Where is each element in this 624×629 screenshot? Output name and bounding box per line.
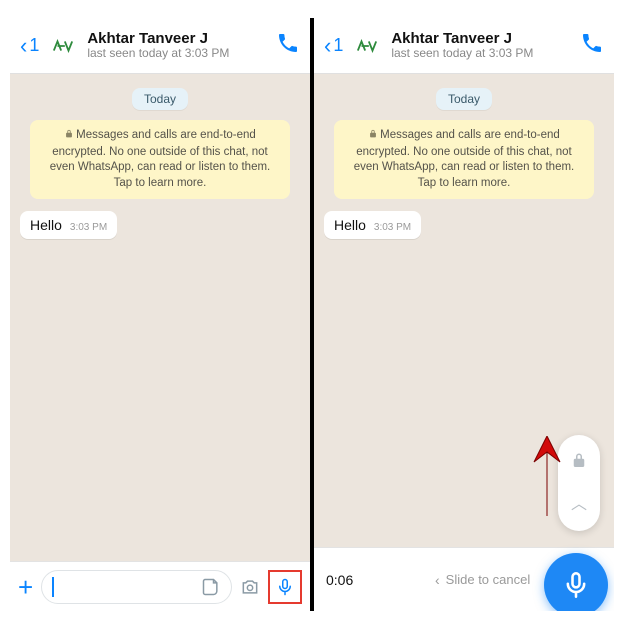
message-time: 3:03 PM	[70, 222, 107, 233]
lock-icon	[570, 452, 588, 475]
contact-info[interactable]: Akhtar Tanveer J last seen today at 3:03…	[391, 30, 572, 61]
contact-avatar[interactable]	[47, 30, 79, 62]
input-bar: +	[10, 561, 310, 611]
last-seen: last seen today at 3:03 PM	[87, 47, 268, 61]
back-button[interactable]: ‹ 1	[324, 35, 343, 57]
text-caret	[52, 577, 54, 597]
attach-button[interactable]: +	[18, 574, 33, 600]
encryption-notice[interactable]: Messages and calls are end-to-end encryp…	[334, 120, 594, 199]
message-input[interactable]	[41, 570, 232, 604]
message-bubble[interactable]: Hello 3:03 PM	[20, 211, 117, 239]
recording-bar: 0:06 ‹ Slide to cancel	[314, 547, 614, 611]
unread-count: 1	[29, 35, 39, 56]
back-button[interactable]: ‹ 1	[20, 35, 39, 57]
date-separator: Today	[132, 88, 188, 110]
slide-hint-text: Slide to cancel	[446, 572, 531, 587]
last-seen: last seen today at 3:03 PM	[391, 47, 572, 61]
message-bubble[interactable]: Hello 3:03 PM	[324, 211, 421, 239]
chevron-up-icon: ︿	[571, 490, 587, 514]
avatar-logo-icon	[52, 39, 74, 53]
encryption-text: Messages and calls are end-to-end encryp…	[50, 129, 271, 189]
message-text: Hello	[334, 217, 366, 233]
phone-icon	[276, 31, 300, 55]
message-text: Hello	[30, 217, 62, 233]
whatsapp-chat-left: ‹ 1 Akhtar Tanveer J last seen today at …	[10, 18, 310, 611]
phone-icon	[580, 31, 604, 55]
contact-name: Akhtar Tanveer J	[391, 30, 572, 47]
encryption-notice[interactable]: Messages and calls are end-to-end encryp…	[30, 120, 290, 199]
sticker-button[interactable]	[201, 577, 221, 597]
microphone-icon	[276, 576, 294, 598]
voice-record-button[interactable]	[268, 570, 302, 604]
lock-icon	[368, 129, 378, 145]
microphone-icon	[562, 571, 590, 599]
date-separator: Today	[436, 88, 492, 110]
recording-timer: 0:06	[326, 572, 353, 588]
swipe-up-lock-hint: ︿	[558, 435, 600, 531]
message-area[interactable]: Today Messages and calls are end-to-end …	[10, 74, 310, 561]
lock-icon	[64, 129, 74, 145]
chevron-left-icon: ‹	[435, 572, 440, 588]
chat-header: ‹ 1 Akhtar Tanveer J last seen today at …	[10, 18, 310, 74]
voice-call-button[interactable]	[580, 31, 604, 60]
sticker-icon	[201, 577, 221, 597]
avatar-logo-icon	[356, 39, 378, 53]
whatsapp-chat-right: ‹ 1 Akhtar Tanveer J last seen today at …	[314, 18, 614, 611]
unread-count: 1	[333, 35, 343, 56]
camera-button[interactable]	[240, 577, 260, 597]
contact-name: Akhtar Tanveer J	[87, 30, 268, 47]
camera-icon	[240, 577, 260, 597]
chevron-left-icon: ‹	[20, 35, 27, 57]
recording-button[interactable]	[544, 553, 608, 611]
contact-avatar[interactable]	[351, 30, 383, 62]
message-time: 3:03 PM	[374, 222, 411, 233]
voice-call-button[interactable]	[276, 31, 300, 60]
chat-header: ‹ 1 Akhtar Tanveer J last seen today at …	[314, 18, 614, 74]
chevron-left-icon: ‹	[324, 35, 331, 57]
contact-info[interactable]: Akhtar Tanveer J last seen today at 3:03…	[87, 30, 268, 61]
encryption-text: Messages and calls are end-to-end encryp…	[354, 129, 575, 189]
